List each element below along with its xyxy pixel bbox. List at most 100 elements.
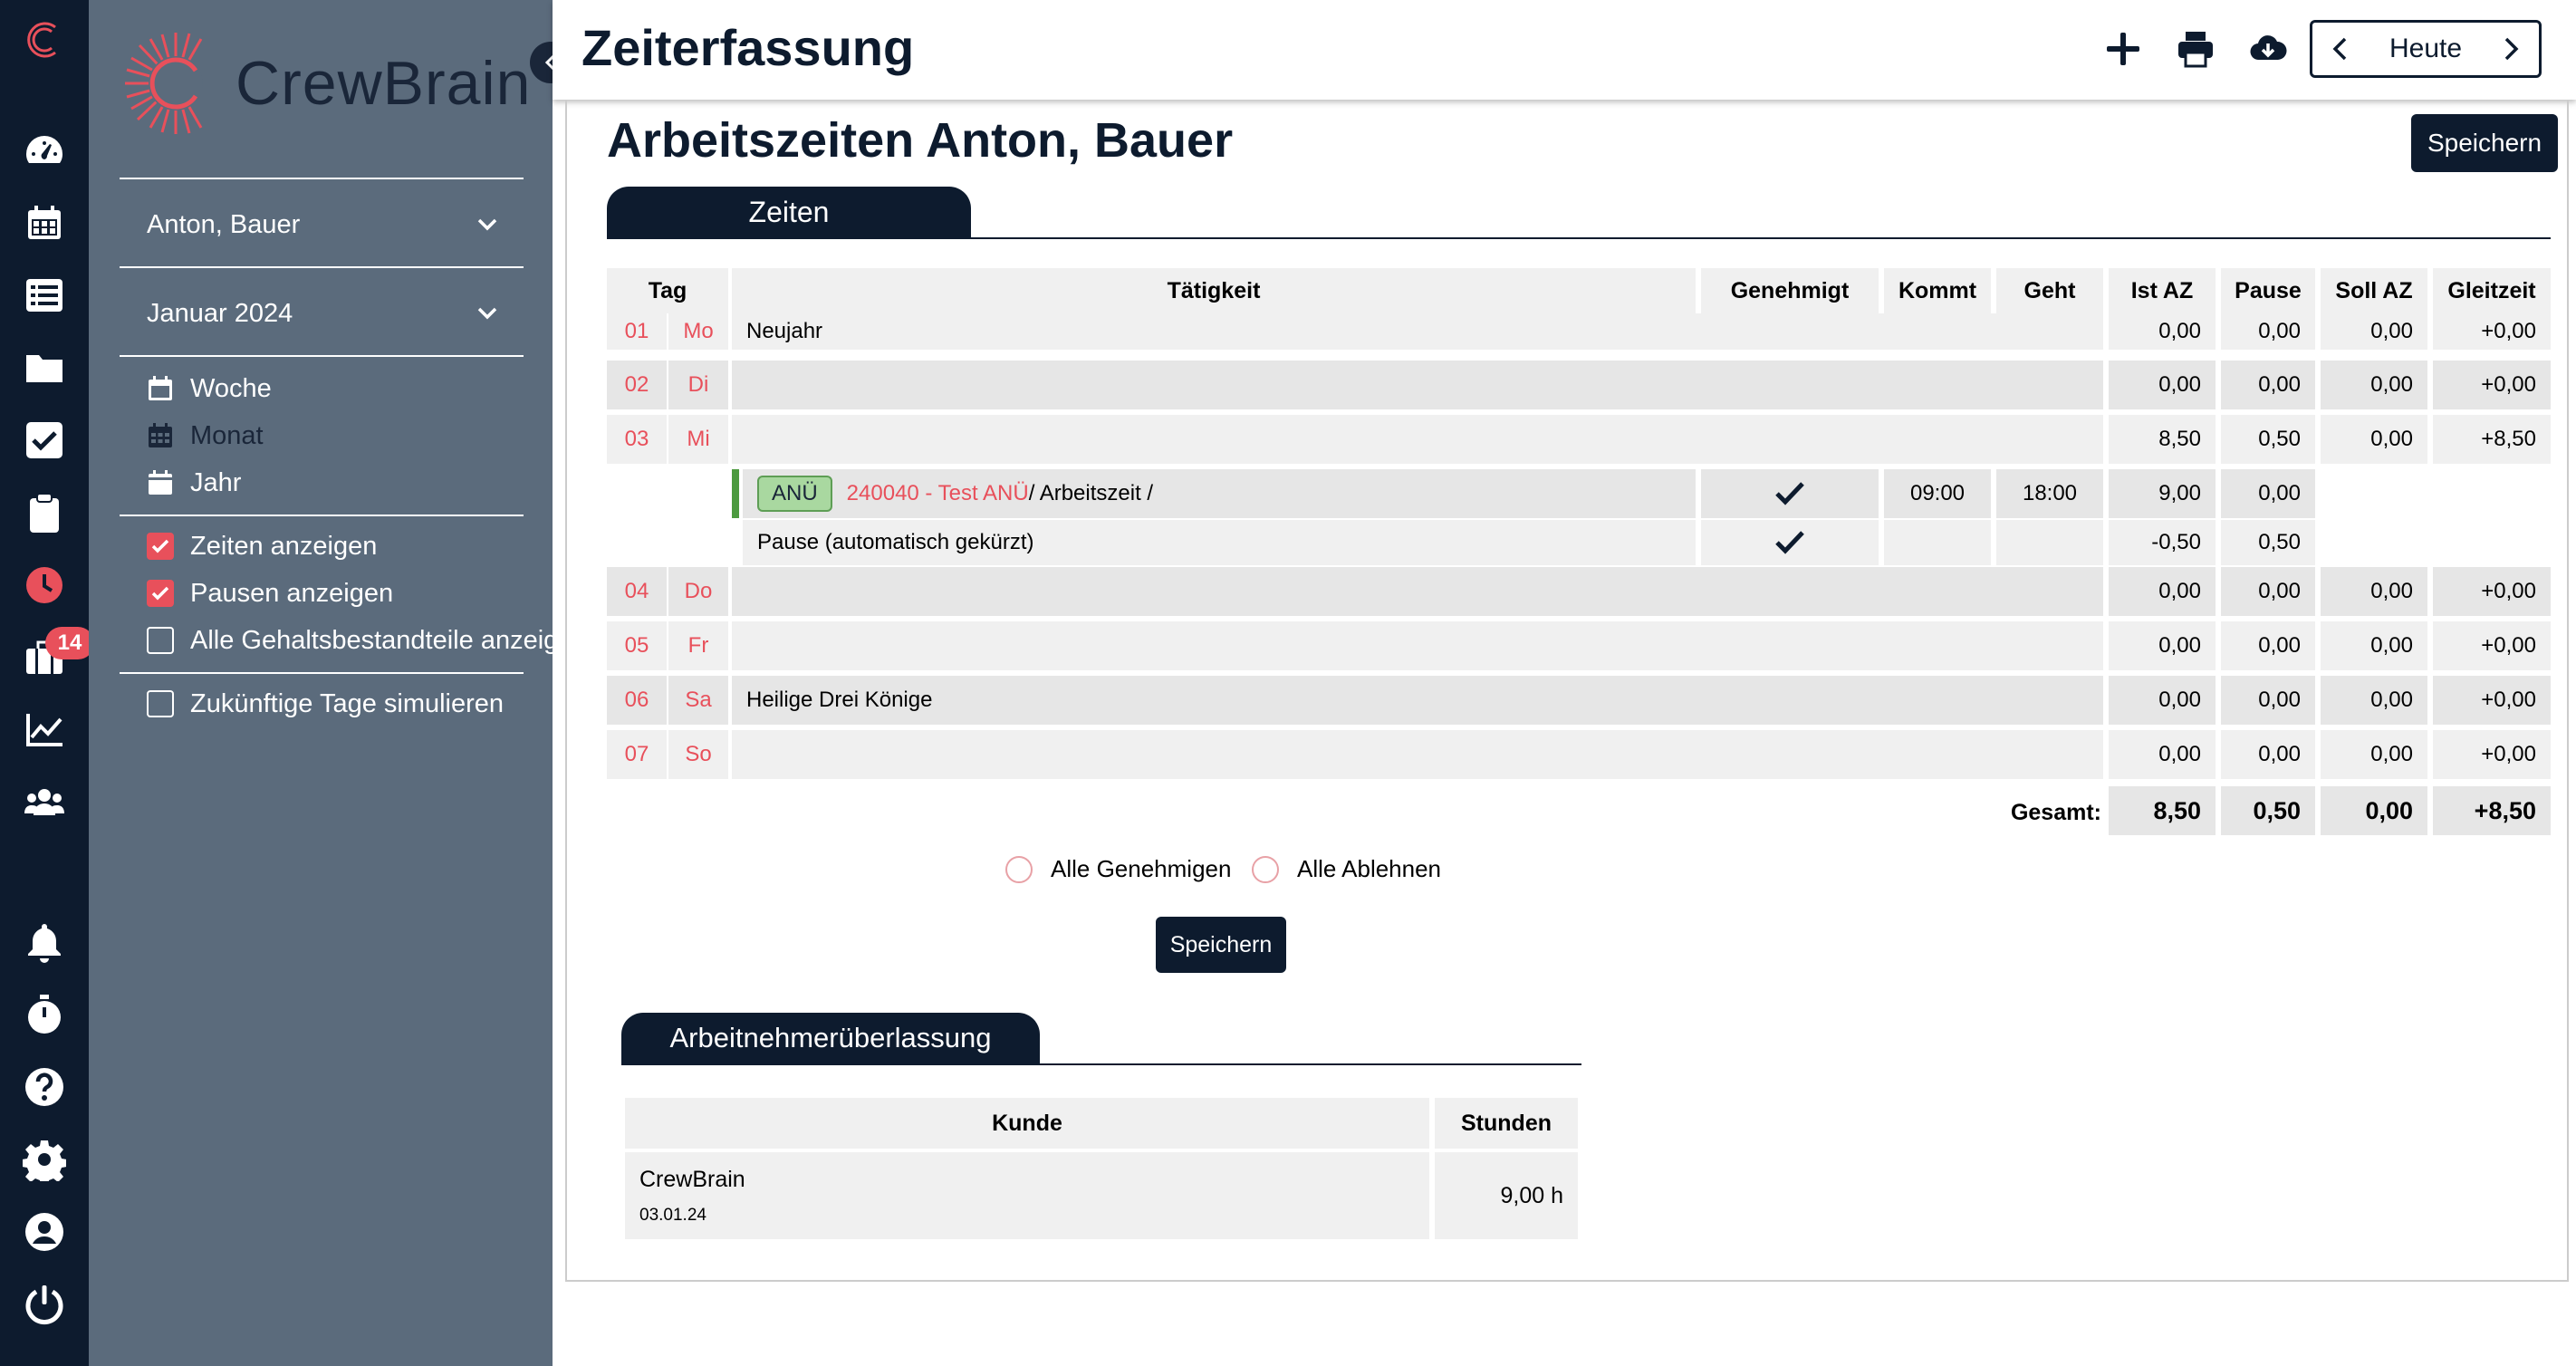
print-icon[interactable] [2172,25,2219,72]
day-flextime: +0,00 [2433,361,2551,409]
today-button[interactable]: Heute [2389,34,2462,64]
day-flextime: +0,00 [2433,621,2551,670]
save-button-bottom[interactable]: Speichern [1156,917,1286,973]
clock-icon[interactable] [15,556,73,614]
day-target: 0,00 [2321,621,2427,670]
save-button-top[interactable]: Speichern [2411,114,2558,172]
checkbox-unchecked[interactable] [147,627,174,654]
option-show-breaks[interactable]: Pausen anzeigen [147,572,393,614]
radio-circle[interactable] [1252,855,1279,883]
users-icon[interactable] [15,774,73,832]
option-simulate-future-label: Zukünftige Tage simulieren [190,688,505,718]
entry-approved-cell[interactable] [1701,469,1879,518]
view-month-label: Monat [190,420,264,450]
view-week[interactable]: Woche [147,368,272,409]
employee-select[interactable]: Anton, Bauer [147,203,500,246]
break-approved-cell[interactable] [1701,520,1879,565]
day-weekday: Sa [668,676,728,725]
tab-zeiten[interactable]: Zeiten [607,187,971,237]
day-target: 0,00 [2321,730,2427,779]
entry-start: 09:00 [1884,469,1991,518]
day-target: 0,00 [2321,676,2427,725]
clipboard-icon[interactable] [15,484,73,542]
date-navigator: Heute [2310,20,2542,78]
entry-suffix: / Arbeitszeit / [1028,481,1154,505]
month-select[interactable]: Januar 2024 [147,292,500,335]
day-actual: 0,00 [2109,730,2216,779]
day-activity [732,415,2103,464]
day-number: 07 [607,730,667,779]
col-header-customer: Kunde [625,1098,1429,1149]
day-target: 0,00 [2321,567,2427,616]
check-icon [151,539,169,553]
day-actual: 0,00 [2109,567,2216,616]
top-bar: Zeiterfassung Heute [553,0,2576,100]
view-year[interactable]: Jahr [147,462,241,504]
sidebar-divider [120,672,524,674]
radio-circle[interactable] [1005,855,1033,883]
logo-text: CrewBrain [235,49,532,118]
day-flextime: +0,00 [2433,313,2551,350]
total-target: 0,00 [2321,786,2427,835]
col-header-start: Kommt [1884,268,1991,313]
chevron-right-icon[interactable] [2497,36,2523,62]
col-header-approved: Genehmigt [1701,268,1879,313]
list-icon[interactable] [15,266,73,324]
bell-icon[interactable] [15,913,73,971]
day-weekday: Mo [668,313,728,350]
approve-all-radio[interactable]: Alle Genehmigen [1005,855,1231,883]
plus-icon[interactable] [2100,25,2147,72]
day-target: 0,00 [2321,415,2427,464]
project-link[interactable]: 240040 - Test ANÜ [847,481,1029,506]
sidebar-divider [120,355,524,357]
entry-end: 18:00 [1996,469,2103,518]
option-simulate-future[interactable]: Zukünftige Tage simulieren [147,683,504,725]
crewbrain-logo: CrewBrain [121,29,531,138]
settings-icon[interactable] [15,1130,73,1188]
day-activity [732,567,2103,616]
checkbox-checked[interactable] [147,580,174,607]
chart-icon[interactable] [15,701,73,759]
calendar-icon[interactable] [15,194,73,252]
checkbox-checked[interactable] [147,533,174,560]
checkbox-icon[interactable] [15,411,73,469]
total-break: 0,50 [2221,786,2315,835]
section-heading: Arbeitszeiten Anton, Bauer [607,113,1234,168]
col-header-tag: Tag [607,268,728,313]
day-actual: 0,00 [2109,361,2216,409]
total-actual: 8,50 [2109,786,2216,835]
help-icon[interactable] [15,1058,73,1116]
option-show-times[interactable]: Zeiten anzeigen [147,525,377,567]
check-icon [151,586,169,601]
folder-icon[interactable] [15,339,73,397]
crewbrain-logo-icon[interactable] [15,11,73,69]
view-week-label: Woche [190,373,272,403]
employee-select-value: Anton, Bauer [147,209,301,239]
entry-row-activity[interactable]: ANÜ 240040 - Test ANÜ / Arbeitszeit / [743,469,1696,518]
stopwatch-icon[interactable] [15,986,73,1044]
reject-all-radio[interactable]: Alle Ablehnen [1252,855,1441,883]
day-number: 04 [607,567,667,616]
day-target: 0,00 [2321,313,2427,350]
day-number: 05 [607,621,667,670]
sidebar: CrewBrain Anton, Bauer Januar 2024 Woche… [89,0,553,1366]
view-month[interactable]: Monat [147,415,264,457]
day-activity: Neujahr [732,313,2103,350]
user-icon[interactable] [15,1203,73,1261]
tab-anue[interactable]: Arbeitnehmerüberlassung [621,1013,1040,1063]
col-header-hours: Stunden [1435,1098,1578,1149]
day-break: 0,50 [2221,415,2315,464]
day-break: 0,00 [2221,313,2315,350]
cloud-download-icon[interactable] [2244,25,2292,72]
tab-underline [621,1063,1581,1065]
checkbox-unchecked[interactable] [147,690,174,717]
check-icon [1775,482,1804,505]
day-weekday: Mi [668,415,728,464]
power-icon[interactable] [15,1275,73,1333]
tab-underline [607,237,2551,239]
option-show-salary-components[interactable]: Alle Gehaltsbestandteile anzeigen [147,620,553,661]
col-header-break: Pause [2221,268,2315,313]
crewbrain-burst-icon [125,33,203,134]
dashboard-icon[interactable] [15,121,73,179]
chevron-left-icon[interactable] [2329,36,2354,62]
